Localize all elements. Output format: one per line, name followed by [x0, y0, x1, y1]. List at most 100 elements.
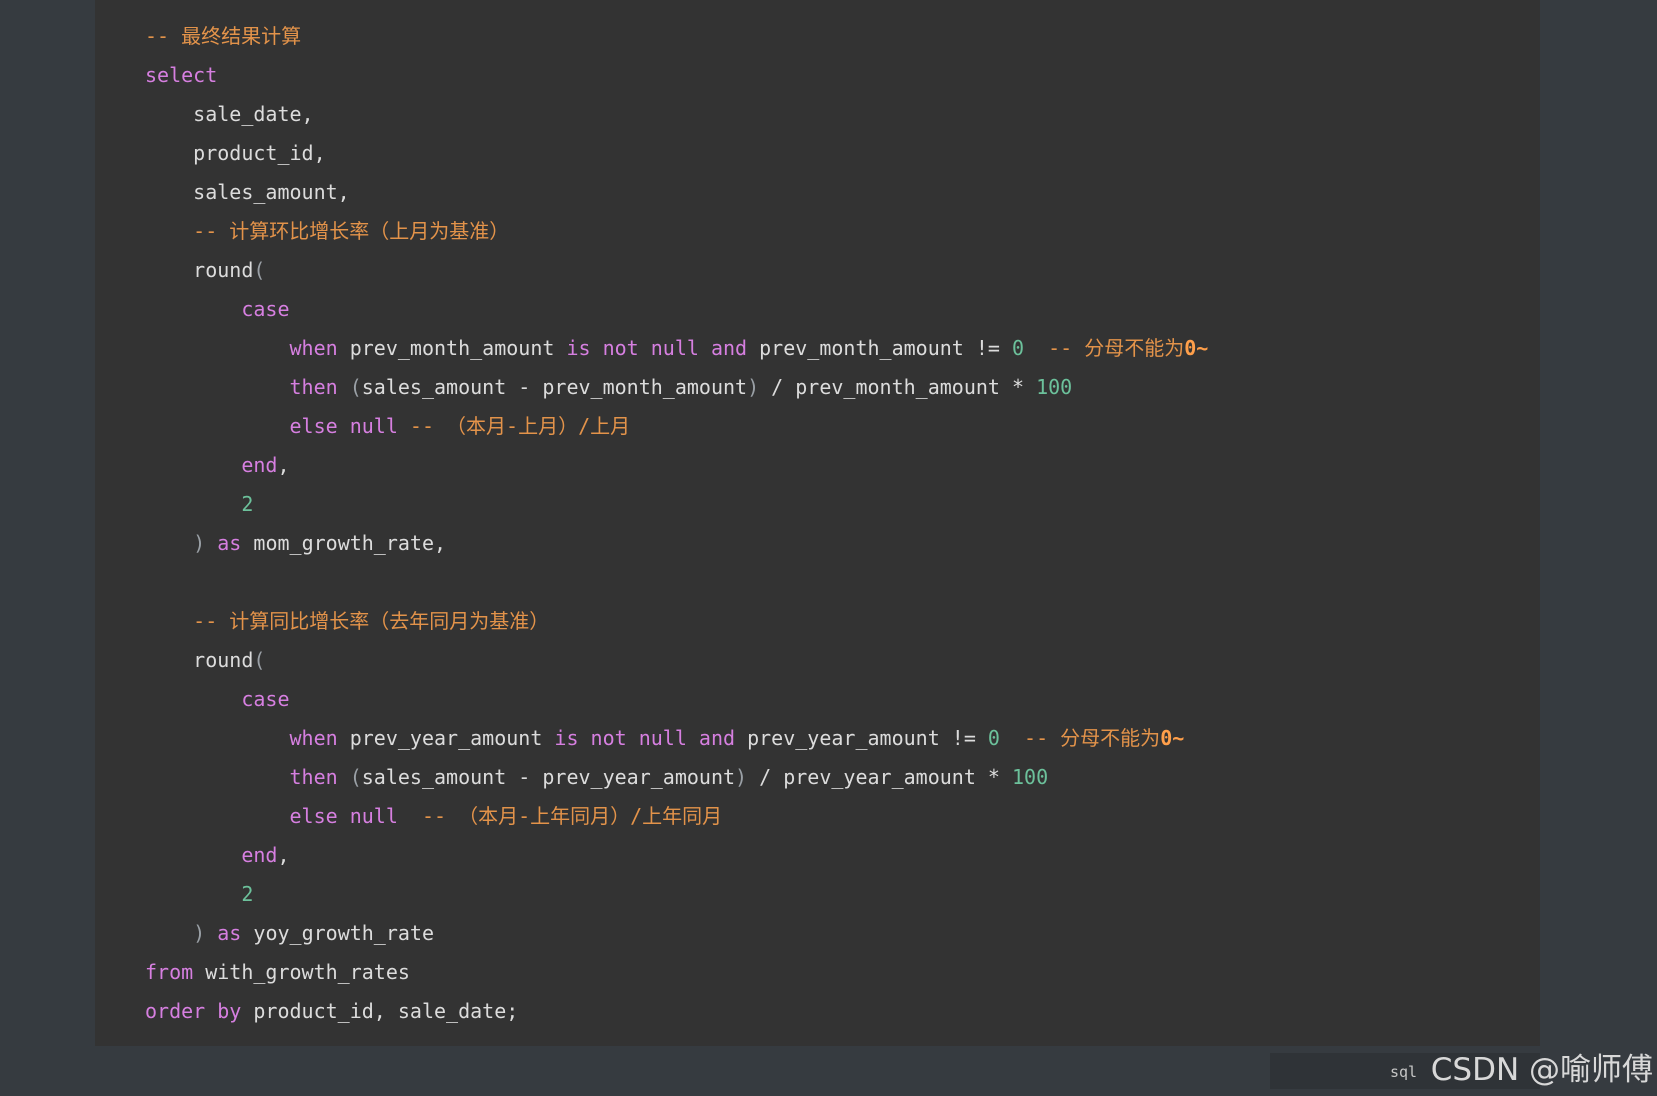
code-token-ident: round: [145, 258, 254, 282]
code-token-keyword: order by: [145, 999, 242, 1023]
code-line: ) as mom_growth_rate,: [145, 524, 1208, 563]
code-line: 2: [145, 485, 1208, 524]
code-token-keyword: as: [217, 921, 242, 945]
code-token-ident: [145, 843, 241, 867]
code-token-paren: ): [193, 921, 206, 945]
code-token-ident: [338, 375, 350, 399]
code-token-keyword: then: [289, 375, 338, 399]
code-token-ident: prev_month_amount: [337, 336, 567, 360]
code-token-comment-strong: 0~: [1184, 336, 1209, 360]
code-token-keyword: case: [241, 297, 290, 321]
code-line: end,: [145, 446, 1208, 485]
code-token-comment: -- 计算环比增长率（上月为基准）: [145, 219, 510, 243]
code-line: round(: [145, 251, 1208, 290]
code-token-ident: [205, 531, 217, 555]
code-line: when prev_year_amount is not null and pr…: [145, 719, 1208, 758]
code-token-ident: [145, 765, 290, 789]
code-token-keyword: end: [241, 843, 278, 867]
code-line: else null -- （本月-上月）/上月: [145, 407, 1208, 446]
code-token-ident: [145, 414, 290, 438]
code-token-number: 100: [1012, 765, 1049, 789]
code-token-keyword: null: [349, 414, 398, 438]
code-token-ident: sales_amount,: [145, 180, 350, 204]
code-token-ident: [145, 804, 290, 828]
code-token-ident: prev_year_amount: [337, 726, 555, 750]
code-token-keyword: end: [241, 453, 278, 477]
code-token-paren: (: [253, 258, 266, 282]
code-line: -- 计算环比增长率（上月为基准）: [145, 212, 1208, 251]
code-token-keyword: when: [289, 336, 338, 360]
code-line: case: [145, 680, 1208, 719]
code-line: product_id,: [145, 134, 1208, 173]
code-token-ident: [145, 882, 241, 906]
code-line: -- 计算同比增长率（去年同月为基准）: [145, 602, 1208, 641]
code-token-keyword: null: [349, 804, 398, 828]
code-token-comment: -- 计算同比增长率（去年同月为基准）: [145, 609, 550, 633]
code-token-ident: [145, 453, 241, 477]
code-line: sales_amount,: [145, 173, 1208, 212]
code-token-ident: [145, 336, 290, 360]
code-lines: -- 最终结果计算 select sale_date, product_id, s…: [145, 17, 1208, 1031]
code-line: when prev_month_amount is not null and p…: [145, 329, 1209, 368]
code-token-comment-strong: 0~: [1160, 726, 1185, 750]
code-token-keyword: when: [289, 726, 338, 750]
code-line: from with_growth_rates: [145, 953, 1208, 992]
code-token-comment: -- 分母不能为: [999, 726, 1161, 750]
code-token-ident: sales_amount - prev_year_amount: [361, 765, 736, 789]
code-token-paren: ): [747, 375, 760, 399]
page: -- 最终结果计算 select sale_date, product_id, s…: [0, 0, 1657, 1096]
code-token-ident: [338, 414, 350, 438]
code-block[interactable]: -- 最终结果计算 select sale_date, product_id, s…: [95, 0, 1540, 1046]
code-line: case: [145, 290, 1208, 329]
code-token-keyword: is not null and: [554, 726, 736, 750]
code-token-ident: [338, 765, 350, 789]
code-token-ident: product_id, sale_date;: [241, 999, 519, 1023]
code-token-comment: -- 最终结果计算: [145, 24, 302, 48]
code-token-ident: [145, 297, 241, 321]
code-token-ident: [338, 804, 350, 828]
watermark: CSDN @喻师傅: [1430, 1052, 1653, 1088]
code-token-keyword: else: [289, 414, 338, 438]
code-line: end,: [145, 836, 1208, 875]
code-token-number: 0: [987, 726, 1000, 750]
code-line: round(: [145, 641, 1208, 680]
code-token-ident: / prev_month_amount *: [759, 375, 1037, 399]
code-token-keyword: from: [145, 960, 194, 984]
code-token-keyword: else: [289, 804, 338, 828]
code-language-label: sql: [1390, 1063, 1418, 1081]
code-token-comment: -- 分母不能为: [1024, 336, 1185, 360]
code-line: -- 最终结果计算: [145, 17, 1208, 56]
code-token-paren: (: [349, 375, 362, 399]
code-line: select: [145, 56, 1208, 95]
code-token-number: 0: [1011, 336, 1025, 360]
code-token-ident: [145, 492, 241, 516]
code-token-ident: yoy_growth_rate: [241, 921, 435, 945]
code-token-number: 2: [241, 492, 254, 516]
code-token-ident: [145, 687, 241, 711]
code-line: else null -- （本月-上年同月）/上年同月: [145, 797, 1208, 836]
code-token-keyword: then: [289, 765, 338, 789]
code-token-comment: -- （本月-上年同月）/上年同月: [397, 804, 723, 828]
code-token-keyword: case: [241, 687, 290, 711]
code-token-ident: [145, 921, 193, 945]
code-token-ident: ,: [277, 453, 290, 477]
code-line: 2: [145, 875, 1208, 914]
code-token-paren: ): [193, 531, 206, 555]
code-line: sale_date,: [145, 95, 1208, 134]
code-token-ident: [145, 375, 290, 399]
code-token-ident: prev_month_amount !=: [747, 336, 1012, 360]
code-token-paren: (: [253, 648, 266, 672]
code-token-keyword: is not null and: [566, 336, 748, 360]
code-token-number: 2: [241, 882, 254, 906]
code-line: then (sales_amount - prev_month_amount) …: [145, 368, 1208, 407]
code-token-ident: round: [145, 648, 254, 672]
code-line: ) as yoy_growth_rate: [145, 914, 1208, 953]
code-token-ident: prev_year_amount !=: [735, 726, 988, 750]
code-token-ident: with_growth_rates: [193, 960, 410, 984]
code-token-keyword: select: [145, 63, 218, 87]
code-token-paren: ): [735, 765, 748, 789]
code-token-keyword: as: [217, 531, 242, 555]
code-token-number: 100: [1036, 375, 1073, 399]
code-token-ident: / prev_year_amount *: [747, 765, 1012, 789]
